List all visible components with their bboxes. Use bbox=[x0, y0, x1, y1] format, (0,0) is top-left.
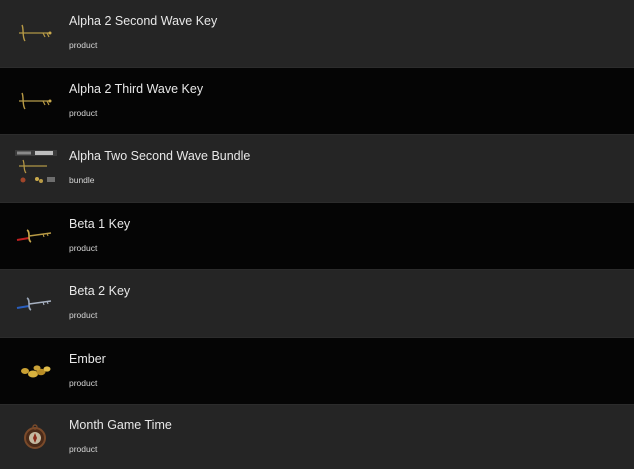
item-title: Alpha 2 Third Wave Key bbox=[69, 81, 204, 96]
item-title: Ember bbox=[69, 351, 106, 366]
item-type: product bbox=[69, 242, 98, 253]
list-item[interactable]: Beta 2 Key product bbox=[0, 270, 634, 338]
item-title: Beta 2 Key bbox=[69, 284, 131, 299]
item-type: bundle bbox=[69, 175, 95, 186]
list-item-text: Ember product bbox=[69, 351, 106, 388]
list-item-text: Alpha Two Second Wave Bundle bundle bbox=[69, 149, 251, 186]
item-type: product bbox=[69, 40, 98, 51]
list-item[interactable]: Month Game Time product bbox=[0, 405, 634, 469]
product-list: Alpha 2 Second Wave Key product Alpha 2 … bbox=[0, 0, 634, 469]
bundle-items-icon bbox=[13, 148, 59, 188]
list-item[interactable]: Ember product bbox=[0, 337, 634, 405]
list-item-text: Beta 1 Key product bbox=[69, 216, 131, 253]
item-type: product bbox=[69, 107, 98, 118]
golden-key-icon bbox=[13, 81, 59, 121]
list-item[interactable]: Alpha 2 Second Wave Key product bbox=[0, 0, 634, 68]
item-title: Alpha Two Second Wave Bundle bbox=[69, 149, 251, 164]
item-title: Month Game Time bbox=[69, 418, 172, 432]
gold-coins-icon bbox=[13, 351, 59, 391]
list-item-text: Alpha 2 Third Wave Key product bbox=[69, 81, 204, 118]
blue-silver-key-icon bbox=[13, 283, 59, 323]
red-gold-key-icon bbox=[13, 216, 59, 256]
list-item-text: Alpha 2 Second Wave Key product bbox=[69, 14, 218, 51]
list-item[interactable]: Alpha 2 Third Wave Key product bbox=[0, 67, 634, 135]
item-type: product bbox=[69, 377, 98, 388]
golden-key-icon bbox=[13, 13, 59, 53]
list-item[interactable]: Alpha Two Second Wave Bundle bundle bbox=[0, 135, 634, 203]
item-type: product bbox=[69, 444, 98, 454]
list-item-text: Month Game Time product bbox=[69, 418, 172, 454]
item-title: Alpha 2 Second Wave Key bbox=[69, 14, 218, 29]
list-item[interactable]: Beta 1 Key product bbox=[0, 202, 634, 270]
compass-icon bbox=[13, 417, 59, 457]
list-item-text: Beta 2 Key product bbox=[69, 284, 131, 321]
item-title: Beta 1 Key bbox=[69, 216, 131, 231]
item-type: product bbox=[69, 310, 98, 321]
